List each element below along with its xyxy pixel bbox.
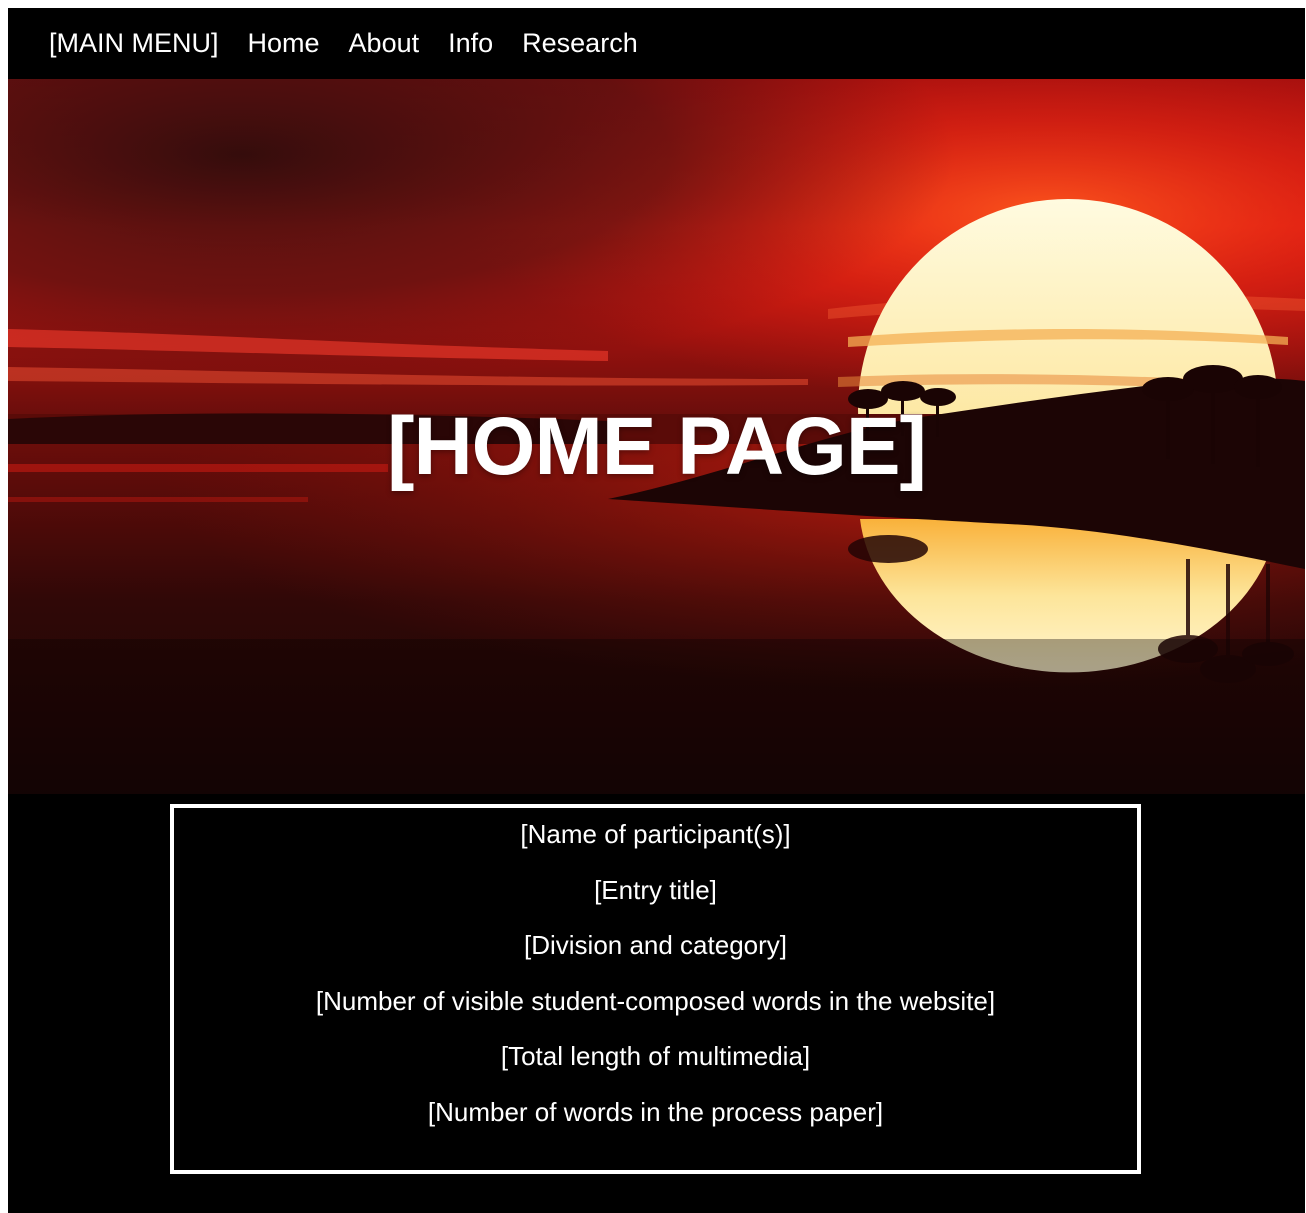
division-category: [Division and category] bbox=[523, 930, 788, 961]
nav-about[interactable]: About bbox=[349, 28, 420, 59]
process-paper-word-count: [Number of words in the process paper] bbox=[427, 1096, 884, 1127]
multimedia-length: [Total length of multimedia] bbox=[500, 1041, 811, 1072]
word-count-website: [Number of visible student-composed word… bbox=[315, 985, 996, 1016]
hero-banner: [HOME PAGE] bbox=[8, 79, 1305, 794]
page: [MAIN MENU] Home About Info Research [HO… bbox=[8, 8, 1305, 1213]
nav-main-menu[interactable]: [MAIN MENU] bbox=[49, 28, 219, 59]
entry-title: [Entry title] bbox=[594, 874, 717, 905]
nav-home[interactable]: Home bbox=[248, 28, 320, 59]
nav-research[interactable]: Research bbox=[522, 28, 638, 59]
page-title: [HOME PAGE] bbox=[387, 401, 927, 492]
entry-info-box: [Name of participant(s)] [Entry title] [… bbox=[170, 804, 1141, 1174]
participant-names: [Name of participant(s)] bbox=[520, 819, 791, 849]
main-nav: [MAIN MENU] Home About Info Research bbox=[8, 8, 1305, 79]
nav-info[interactable]: Info bbox=[448, 28, 493, 59]
